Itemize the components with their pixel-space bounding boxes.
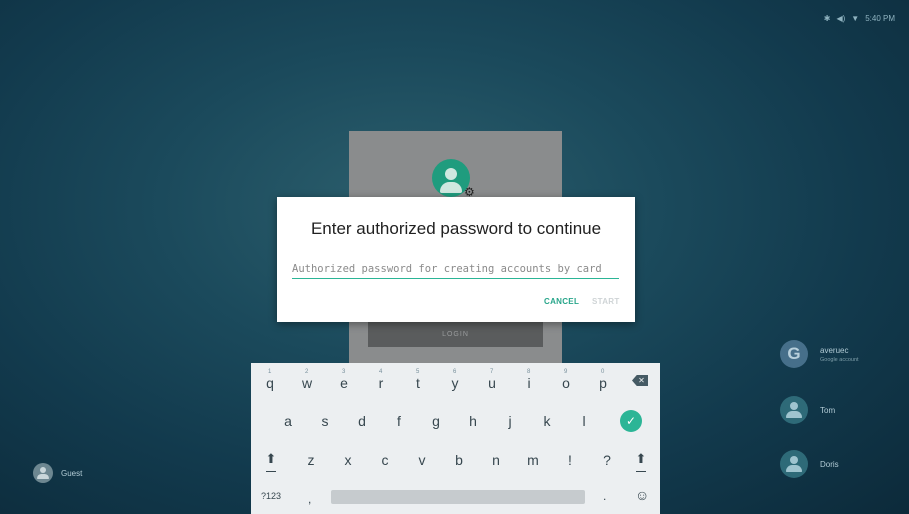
period-key[interactable]: . <box>603 489 606 503</box>
guest-avatar-icon <box>33 463 53 483</box>
key-z[interactable]: z <box>296 452 326 468</box>
key-m[interactable]: m <box>518 452 548 468</box>
password-dialog: Enter authorized password to continue CA… <box>277 197 635 322</box>
key-hint: 3 <box>342 369 346 375</box>
user-name: Tom <box>820 405 836 415</box>
key-a[interactable]: a <box>273 413 303 429</box>
key-question[interactable]: ? <box>592 452 622 468</box>
user-averuec[interactable]: G averuec Google account <box>780 340 859 368</box>
key-o[interactable]: o <box>551 375 581 391</box>
key-g[interactable]: g <box>421 413 451 429</box>
symbols-key[interactable]: ?123 <box>261 491 281 501</box>
shift-left-key[interactable]: ⬆ <box>261 451 281 467</box>
emoji-key[interactable]: ☺ <box>635 487 649 503</box>
clock: 5:40 PM <box>865 14 895 23</box>
user-name: Guest <box>61 468 83 478</box>
on-screen-keyboard: ✕ ✓ ⬆ ⬆ ?123 , . ☺ q1 w2 e3 r4 t5 y6 u7 i8 o9 p0 a… <box>251 363 660 514</box>
key-j[interactable]: j <box>495 413 525 429</box>
start-button[interactable]: START <box>592 297 620 306</box>
dialog-title: Enter authorized password to continue <box>310 219 602 238</box>
status-bar: ✱ ◀) ▼ 5:40 PM <box>824 14 895 23</box>
key-x[interactable]: x <box>333 452 363 468</box>
space-key[interactable] <box>331 490 585 504</box>
enter-key[interactable]: ✓ <box>620 410 642 432</box>
key-n[interactable]: n <box>481 452 511 468</box>
key-y[interactable]: y <box>440 375 470 391</box>
key-k[interactable]: k <box>532 413 562 429</box>
key-hint: 4 <box>379 369 383 375</box>
user-avatar-icon <box>780 396 808 424</box>
password-field[interactable] <box>292 260 619 279</box>
key-d[interactable]: d <box>347 413 377 429</box>
key-hint: 7 <box>490 369 494 375</box>
login-button: LOGIN <box>368 322 543 347</box>
volume-icon: ◀) <box>836 14 846 23</box>
key-q[interactable]: q <box>255 375 285 391</box>
key-hint: 1 <box>268 369 272 375</box>
key-v[interactable]: v <box>407 452 437 468</box>
bluetooth-icon: ✱ <box>823 14 831 23</box>
key-hint: 8 <box>527 369 531 375</box>
shift-left-underline <box>266 471 276 472</box>
user-doris[interactable]: Doris <box>780 450 839 478</box>
user-subtitle: Google account <box>820 356 859 363</box>
key-hint: 9 <box>564 369 568 375</box>
user-tom[interactable]: Tom <box>780 396 835 424</box>
key-h[interactable]: h <box>458 413 488 429</box>
key-p[interactable]: p <box>588 375 618 391</box>
key-exclamation[interactable]: ! <box>555 452 585 468</box>
key-i[interactable]: i <box>514 375 544 391</box>
key-u[interactable]: u <box>477 375 507 391</box>
key-w[interactable]: w <box>292 375 322 391</box>
shift-right-key[interactable]: ⬆ <box>631 451 651 467</box>
shift-right-underline <box>636 471 646 472</box>
user-guest[interactable]: Guest <box>33 463 82 483</box>
google-account-icon: G <box>780 340 808 368</box>
key-t[interactable]: t <box>403 375 433 391</box>
user-name: Doris <box>820 459 839 469</box>
wifi-icon: ▼ <box>851 14 860 23</box>
key-e[interactable]: e <box>329 375 359 391</box>
key-hint: 5 <box>416 369 420 375</box>
backspace-key[interactable]: ✕ <box>632 375 648 386</box>
comma-key[interactable]: , <box>308 492 311 506</box>
key-l[interactable]: l <box>569 413 599 429</box>
key-s[interactable]: s <box>310 413 340 429</box>
user-avatar-icon <box>780 450 808 478</box>
key-f[interactable]: f <box>384 413 414 429</box>
cancel-button[interactable]: CANCEL <box>544 297 579 306</box>
key-hint: 2 <box>305 369 309 375</box>
key-r[interactable]: r <box>366 375 396 391</box>
user-name: averuec <box>820 345 849 355</box>
key-hint: 0 <box>601 369 605 375</box>
key-hint: 6 <box>453 369 457 375</box>
key-c[interactable]: c <box>370 452 400 468</box>
key-b[interactable]: b <box>444 452 474 468</box>
